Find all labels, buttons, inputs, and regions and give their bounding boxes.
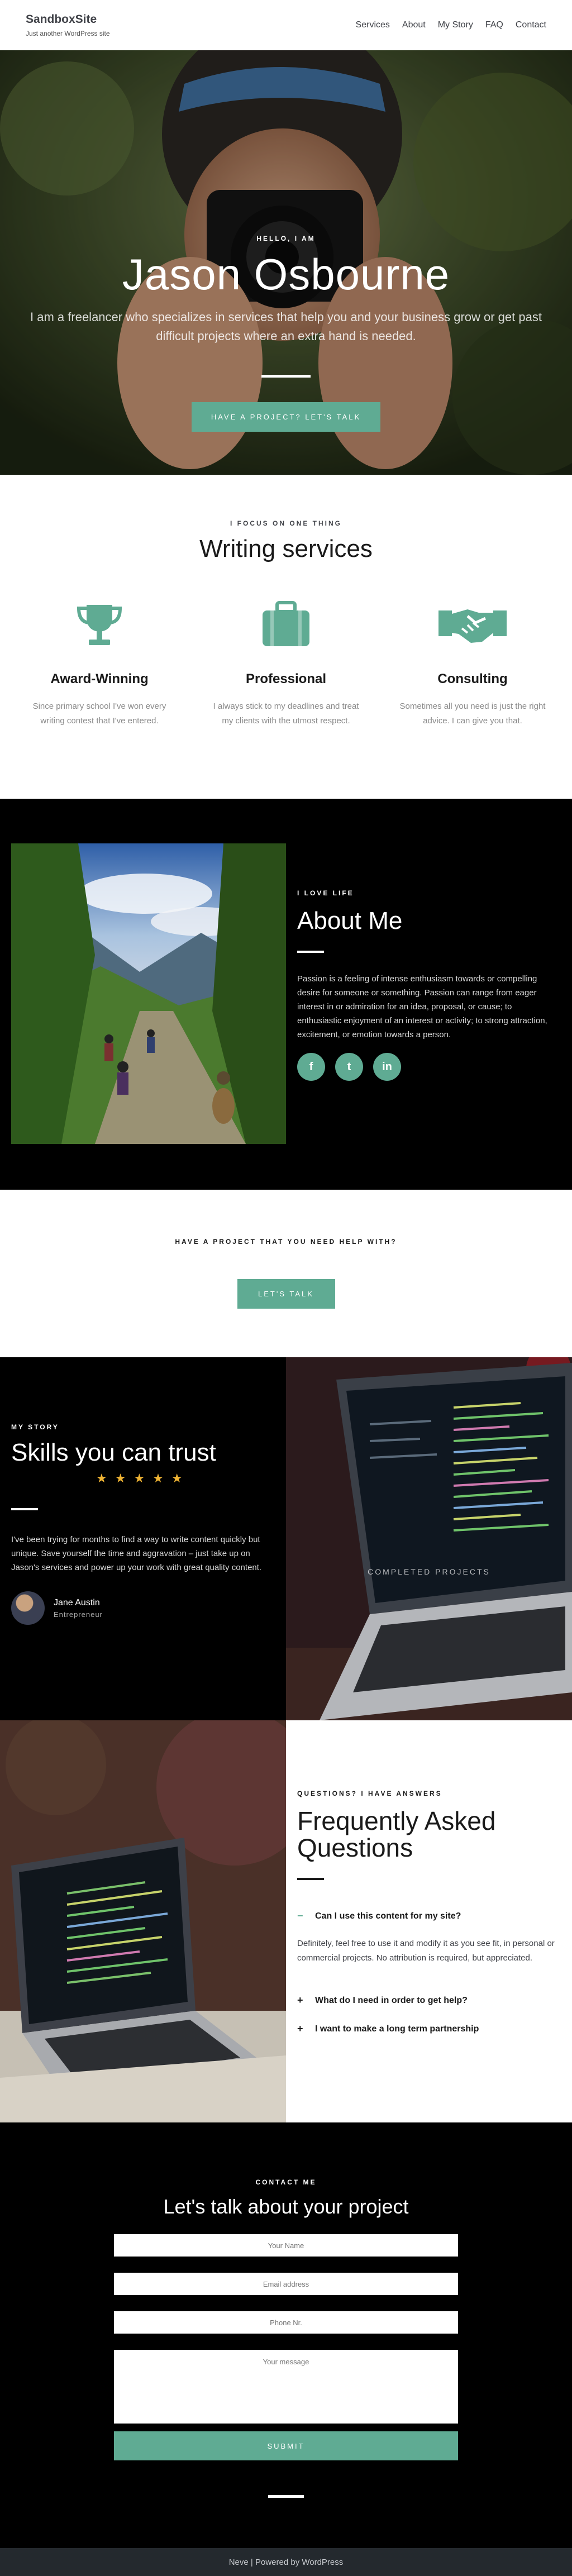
submit-button[interactable]: SUBMIT (114, 2431, 458, 2460)
feature-text: I always stick to my deadlines and treat… (213, 702, 359, 726)
hero-content: HELLO, I AM Jason Osbourne I am a freela… (0, 235, 572, 432)
theme-link[interactable]: Neve (229, 2558, 249, 2567)
services-eyebrow: I FOCUS ON ONE THING (230, 519, 342, 527)
branding: SandboxSite Just another WordPress site (26, 13, 110, 37)
faq-eyebrow: QUESTIONS? I HAVE ANSWERS (297, 1790, 442, 1797)
faq-title-line: Frequently Asked (297, 1806, 496, 1835)
author-name: Jane Austin (54, 1597, 100, 1607)
nav-item-my-story[interactable]: My Story (438, 20, 473, 30)
image-caption: COMPLETED PROJECTS (368, 1567, 490, 1576)
briefcase-icon (208, 597, 364, 652)
contact-form: SUBMIT (114, 2234, 458, 2460)
faq-content: QUESTIONS? I HAVE ANSWERS Frequently Ask… (286, 1720, 572, 2122)
handshake-icon (395, 597, 550, 652)
rating-stars: ★★★★★ (96, 1471, 190, 1485)
hero-eyebrow: HELLO, I AM (256, 235, 316, 242)
faq-answer: Definitely, feel free to use it and modi… (297, 1939, 555, 1963)
testimonial: MY STORY Skills you can trust ★★★★★ I've… (0, 1357, 286, 1720)
feature-text: Sometimes all you need is just the right… (399, 702, 546, 726)
faq-question[interactable]: + I want to make a long term partnership (297, 2023, 561, 2035)
trophy-icon (22, 597, 177, 652)
site-tagline: Just another WordPress site (26, 30, 110, 37)
nav-item-faq[interactable]: FAQ (485, 20, 503, 30)
laptop-code-image (286, 1357, 572, 1720)
nav-item-about[interactable]: About (402, 20, 426, 30)
twitter-icon[interactable]: t (335, 1053, 363, 1081)
nav-item-services[interactable]: Services (356, 20, 390, 30)
hero-cta-button[interactable]: HAVE A PROJECT? LET'S TALK (192, 402, 380, 432)
contact-title: Let's talk about your project (163, 2195, 409, 2218)
footer-separator: | (248, 2557, 255, 2567)
social-links: f t in (297, 1053, 554, 1081)
site-title[interactable]: SandboxSite (26, 13, 110, 26)
feature-professional: Professional I always stick to my deadli… (193, 597, 379, 728)
story-divider (11, 1508, 38, 1510)
services-title: Writing services (199, 535, 373, 562)
hero-subtitle: I am a freelancer who specializes in ser… (30, 310, 542, 343)
about-divider (297, 951, 324, 953)
faq-question-text: Can I use this content for my site? (315, 1911, 461, 1921)
laptop-desk-image (0, 1720, 286, 2122)
contact-section: CONTACT ME Let's talk about your project… (0, 2122, 572, 2548)
minus-icon: − (297, 1910, 303, 1921)
avatar (11, 1591, 45, 1625)
email-field[interactable] (114, 2273, 458, 2295)
cta-button[interactable]: LET'S TALK (237, 1279, 335, 1309)
about-title: About Me (297, 907, 403, 934)
facebook-icon[interactable]: f (297, 1053, 325, 1081)
faq-section: QUESTIONS? I HAVE ANSWERS Frequently Ask… (0, 1720, 572, 2122)
wordpress-link[interactable]: Powered by WordPress (255, 2558, 343, 2567)
feature-award-winning: Award-Winning Since primary school I've … (6, 597, 193, 728)
services-section: I FOCUS ON ONE THING Writing services Aw… (0, 475, 572, 799)
site-footer: Neve | Powered by WordPress (0, 2548, 572, 2576)
faq-question[interactable]: + What do I need in order to get help? (297, 1995, 561, 2006)
nav-item-contact[interactable]: Contact (516, 20, 546, 30)
testimonial-author: Jane Austin Entrepreneur (11, 1591, 275, 1625)
feature-title: Professional (245, 671, 327, 686)
about-eyebrow: I LOVE LIFE (297, 889, 354, 897)
feature-row: Award-Winning Since primary school I've … (0, 597, 572, 728)
faq-question-open[interactable]: − Can I use this content for my site? (297, 1910, 561, 1922)
contact-eyebrow: CONTACT ME (255, 2178, 317, 2186)
feature-consulting: Consulting Sometimes all you need is jus… (379, 597, 566, 728)
primary-nav: Services About My Story FAQ Contact (356, 20, 546, 30)
faq-title-line: Questions (297, 1833, 413, 1862)
hero-section: HELLO, I AM Jason Osbourne I am a freela… (0, 50, 572, 475)
message-field[interactable] (114, 2350, 458, 2424)
faq-divider (297, 1878, 324, 1880)
story-eyebrow: MY STORY (11, 1423, 59, 1431)
cta-title: HAVE A PROJECT THAT YOU NEED HELP WITH? (175, 1238, 397, 1246)
cta-section: HAVE A PROJECT THAT YOU NEED HELP WITH? … (0, 1190, 572, 1357)
name-field[interactable] (114, 2234, 458, 2257)
laptop-photo (0, 1720, 286, 2122)
linkedin-icon[interactable]: in (373, 1053, 401, 1081)
hero-divider (261, 375, 311, 378)
about-paragraph: Passion is a feeling of intense enthusia… (297, 974, 547, 1039)
feature-title: Award-Winning (50, 671, 149, 686)
faq-question-text: I want to make a long term partnership (315, 2024, 479, 2034)
plus-icon: + (297, 1995, 303, 2006)
about-section: I LOVE LIFE About Me Passion is a feelin… (0, 799, 572, 1190)
about-hikers-photo (11, 843, 286, 1144)
phone-field[interactable] (114, 2311, 458, 2334)
faq-title: Frequently Asked Questions (297, 1807, 561, 1861)
contact-divider (268, 2495, 304, 2498)
laptop-code-photo: COMPLETED PROJECTS (286, 1357, 572, 1720)
faq-question-text: What do I need in order to get help? (315, 1995, 468, 2005)
story-title: Skills you can trust (11, 1439, 216, 1466)
story-section: MY STORY Skills you can trust ★★★★★ I've… (0, 1357, 572, 1720)
hero-title: Jason Osbourne (122, 250, 450, 299)
author-role: Entrepreneur (54, 1610, 103, 1619)
plus-icon: + (297, 2023, 303, 2034)
about-text: I LOVE LIFE About Me Passion is a feelin… (297, 889, 554, 1081)
site-header: SandboxSite Just another WordPress site … (0, 0, 572, 50)
testimonial-text: I've been trying for months to find a wa… (11, 1535, 262, 1572)
feature-title: Consulting (437, 671, 508, 686)
feature-text: Since primary school I've won every writ… (32, 702, 166, 726)
